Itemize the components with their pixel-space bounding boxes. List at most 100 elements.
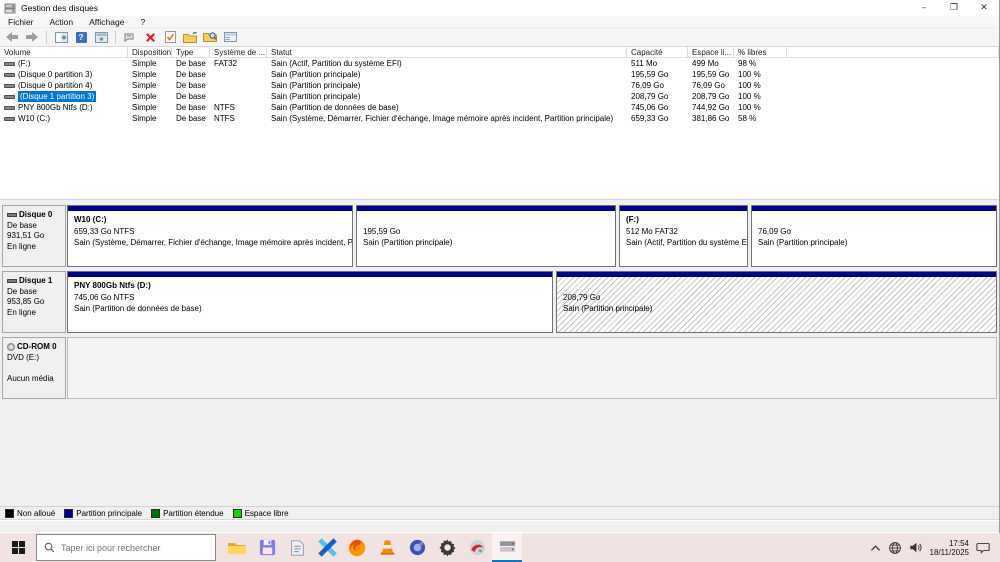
menu-fichier[interactable]: Fichier — [0, 17, 42, 27]
partition-size: 195,59 Go — [363, 226, 615, 238]
volume-row[interactable]: PNY 800Gb Ntfs (D:) Simple De base NTFS … — [0, 102, 999, 113]
cell-capacite: 511 Mo — [627, 58, 688, 69]
disk0-label-panel[interactable]: Disque 0 De base 931,51 Go En ligne — [2, 205, 66, 267]
close-button[interactable]: ✕ — [969, 0, 999, 16]
cell-fs: NTFS — [210, 102, 267, 113]
taskbar-search[interactable] — [36, 534, 216, 561]
volume-icon — [4, 117, 15, 121]
partition-status: Sain (Système, Démarrer, Fichier d'échan… — [74, 237, 352, 249]
disk-kind: De base — [7, 221, 63, 232]
firefox-icon[interactable] — [342, 533, 372, 562]
tree-toggle-icon[interactable] — [53, 30, 69, 45]
partition-box-d0p4[interactable]: 76,09 Go Sain (Partition principale) — [751, 205, 997, 267]
cdrom-media-area[interactable] — [67, 337, 997, 399]
start-button[interactable] — [0, 533, 36, 562]
action-center-icon[interactable] — [976, 541, 990, 554]
minimize-button[interactable]: – — [909, 0, 939, 16]
cell-fs: NTFS — [210, 113, 267, 124]
disk-state: Aucun média — [7, 374, 63, 385]
col-filler — [787, 47, 999, 58]
forward-icon[interactable] — [24, 30, 40, 45]
partition-box-d1p3-selected[interactable]: 208,79 Go Sain (Partition principale) — [556, 271, 997, 333]
help-icon[interactable]: ? — [73, 30, 89, 45]
volume-name: (F:) — [18, 58, 30, 69]
legend-label: Non alloué — [17, 509, 55, 518]
volume-name: W10 (C:) — [18, 113, 50, 124]
cell-type: De base — [172, 91, 210, 102]
restore-button[interactable]: ❐ — [939, 0, 969, 16]
red-swirl-app-icon[interactable] — [462, 533, 492, 562]
legend-swatch-espace-libre — [233, 509, 242, 518]
taskbar: 17:54 18/11/2025 — [0, 533, 1000, 562]
volume-row[interactable]: (Disque 0 partition 3) Simple De base Sa… — [0, 69, 999, 80]
find-folder-icon[interactable] — [202, 30, 218, 45]
partition-box-d0p3[interactable]: 195,59 Go Sain (Partition principale) — [356, 205, 616, 267]
col-filesystem[interactable]: Système de ... — [210, 47, 267, 58]
cdrom-label-panel[interactable]: CD-ROM 0 DVD (E:) Aucun média — [2, 337, 66, 399]
col-espace-libre[interactable]: Espace li... — [688, 47, 734, 58]
system-tray: 17:54 18/11/2025 — [870, 539, 1000, 557]
col-disposition[interactable]: Disposition — [128, 47, 172, 58]
col-type[interactable]: Type — [172, 47, 210, 58]
partition-box-efi[interactable]: (F:) 512 Mo FAT32 Sain (Actif, Partition… — [619, 205, 748, 267]
col-pct-libres[interactable]: % libres — [734, 47, 787, 58]
cell-type: De base — [172, 80, 210, 91]
settings-icon[interactable] — [432, 533, 462, 562]
menu-affichage[interactable]: Affichage — [81, 17, 132, 27]
disk-icon — [7, 279, 17, 283]
col-volume[interactable]: Volume — [0, 47, 128, 58]
back-icon[interactable] — [4, 30, 20, 45]
cell-libres: 100 % — [734, 69, 787, 80]
title-bar[interactable]: Gestion des disques – ❐ ✕ — [0, 0, 999, 16]
network-globe-icon[interactable] — [888, 541, 902, 555]
volume-row[interactable]: W10 (C:) Simple De base NTFS Sain (Systè… — [0, 113, 999, 124]
disk1-label-panel[interactable]: Disque 1 De base 953,85 Go En ligne — [2, 271, 66, 333]
cell-capacite: 208,79 Go — [627, 91, 688, 102]
col-statut[interactable]: Statut — [267, 47, 627, 58]
legend-item: Non alloué — [5, 509, 55, 518]
col-capacite[interactable]: Capacité — [627, 47, 688, 58]
notes-app-icon[interactable] — [282, 533, 312, 562]
volume-name: (Disque 1 partition 3) — [18, 91, 96, 102]
open-folder-icon[interactable] — [182, 30, 198, 45]
cell-espace: 381,86 Go — [688, 113, 734, 124]
menu-help[interactable]: ? — [132, 17, 153, 27]
volume-row[interactable]: (F:) Simple De base FAT32 Sain (Actif, P… — [0, 58, 999, 69]
legend-swatch-non-alloue — [5, 509, 14, 518]
layout-icon[interactable] — [222, 30, 238, 45]
cd-icon — [7, 343, 15, 351]
volume-icon[interactable] — [909, 541, 923, 554]
action-pane-icon[interactable] — [122, 30, 138, 45]
volume-name: PNY 800Gb Ntfs (D:) — [18, 102, 93, 113]
partition-box-w10[interactable]: W10 (C:) 659,33 Go NTFS Sain (Système, D… — [67, 205, 353, 267]
blue-app-icon[interactable] — [402, 533, 432, 562]
delete-volume-icon[interactable] — [142, 30, 158, 45]
partition-title: W10 (C:) — [74, 214, 352, 226]
legend-label: Espace libre — [245, 509, 289, 518]
disk-kind: De base — [7, 287, 63, 298]
vlc-icon[interactable] — [372, 533, 402, 562]
properties-check-icon[interactable] — [162, 30, 178, 45]
cell-fs: FAT32 — [210, 58, 267, 69]
partition-box-pny[interactable]: PNY 800Gb Ntfs (D:) 745,06 Go NTFS Sain … — [67, 271, 553, 333]
console-window-icon[interactable] — [93, 30, 109, 45]
disk-management-icon[interactable] — [492, 533, 522, 562]
disk-state: En ligne — [7, 242, 63, 253]
floppy-app-icon[interactable] — [252, 533, 282, 562]
menu-action[interactable]: Action — [42, 17, 82, 27]
windows-logo-icon — [12, 541, 25, 554]
cell-type: De base — [172, 113, 210, 124]
volume-row-selected[interactable]: (Disque 1 partition 3) Simple De base Sa… — [0, 91, 999, 102]
taskbar-app-icons — [222, 533, 522, 562]
toolbar-separator — [115, 31, 116, 44]
taskbar-clock[interactable]: 17:54 18/11/2025 — [930, 539, 969, 557]
blue-x-app-icon[interactable] — [312, 533, 342, 562]
cell-disposition: Simple — [128, 80, 172, 91]
volume-row[interactable]: (Disque 0 partition 4) Simple De base Sa… — [0, 80, 999, 91]
menu-bar: Fichier Action Affichage ? — [0, 16, 999, 28]
cell-statut: Sain (Partition principale) — [267, 91, 627, 102]
chevron-up-icon[interactable] — [870, 544, 881, 552]
explorer-icon[interactable] — [222, 533, 252, 562]
search-input[interactable] — [61, 543, 201, 553]
partition-size: 745,06 Go NTFS — [74, 292, 552, 304]
